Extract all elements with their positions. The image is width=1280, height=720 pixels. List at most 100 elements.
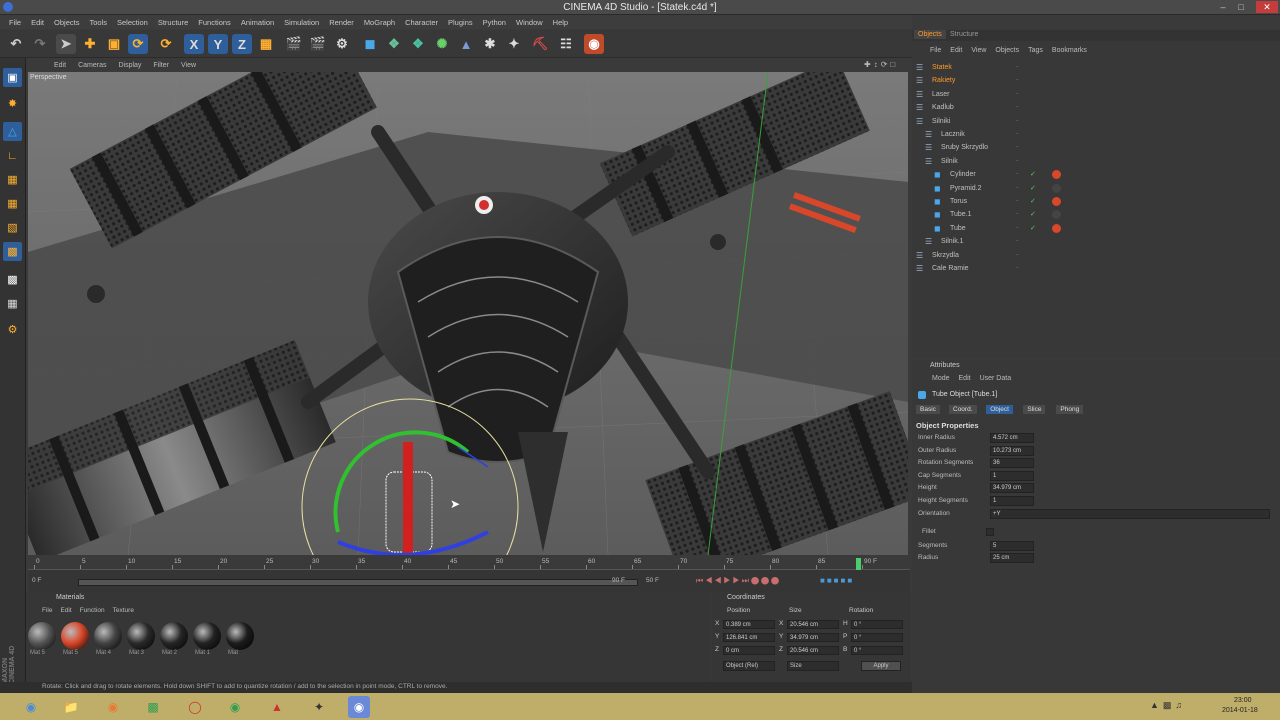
- axis-mode-icon[interactable]: ▧: [3, 218, 22, 237]
- terminal-icon[interactable]: ▩: [142, 696, 164, 718]
- menu-animation[interactable]: Animation: [241, 18, 274, 27]
- size-field[interactable]: 34.979 cm: [787, 633, 839, 642]
- menu-selection[interactable]: Selection: [117, 18, 148, 27]
- size-mode-select[interactable]: Size: [787, 661, 839, 671]
- visibility-toggle[interactable]: ⋅: [1016, 103, 1018, 111]
- materials-menu-file[interactable]: File: [42, 607, 52, 614]
- material-ball[interactable]: [193, 622, 221, 650]
- object-row[interactable]: ☰ Statek ⋅: [912, 62, 1280, 75]
- materials-menu-function[interactable]: Function: [80, 607, 105, 614]
- om-menu-view[interactable]: View: [971, 47, 986, 54]
- object-row[interactable]: ☰ Silnik ⋅: [912, 156, 1280, 169]
- enabled-check-icon[interactable]: ✓: [1030, 224, 1036, 232]
- object-row[interactable]: ☰ Cale Ramie ⋅: [912, 263, 1280, 276]
- om-menu-edit[interactable]: Edit: [950, 47, 962, 54]
- object-row[interactable]: ◼ Pyramid.2 ⋅ ✓: [912, 183, 1280, 196]
- om-menu-file[interactable]: File: [930, 47, 941, 54]
- rotation-field[interactable]: 0 °: [851, 633, 903, 642]
- menu-file[interactable]: File: [9, 18, 21, 27]
- y-axis-lock-icon[interactable]: Y: [208, 34, 228, 54]
- attribute-value-field[interactable]: 25 cm: [990, 553, 1034, 563]
- select-arrow-icon[interactable]: ➤: [56, 34, 76, 54]
- attribute-value-field[interactable]: +Y: [990, 508, 1270, 519]
- attribute-value-field[interactable]: 34.979 cm: [990, 483, 1034, 494]
- firefox-icon[interactable]: ◉: [102, 696, 124, 718]
- app-icon-8[interactable]: ✦: [308, 696, 330, 718]
- start-frame-field[interactable]: 0 F: [32, 577, 41, 584]
- deformer-icon[interactable]: ▲: [456, 34, 476, 54]
- playhead[interactable]: [856, 558, 861, 570]
- fillet-checkbox[interactable]: [986, 528, 994, 536]
- object-row[interactable]: ☰ Rakiety ⋅: [912, 75, 1280, 88]
- enabled-check-icon[interactable]: ✓: [1030, 170, 1036, 178]
- object-row[interactable]: ◼ Tube.1 ⋅ ✓: [912, 209, 1280, 222]
- environment-icon[interactable]: ✦: [504, 34, 524, 54]
- menu-window[interactable]: Window: [516, 18, 543, 27]
- viewport-menu-filter[interactable]: Filter: [153, 62, 169, 69]
- position-field[interactable]: 0 cm: [723, 646, 775, 655]
- attribute-tab[interactable]: Slice: [1023, 405, 1046, 414]
- visibility-toggle[interactable]: ⋅: [1016, 117, 1018, 125]
- app-icon-6[interactable]: ◉: [224, 696, 246, 718]
- object-row[interactable]: ☰ Silnik.1 ⋅: [912, 236, 1280, 249]
- visibility-toggle[interactable]: ⋅: [1016, 184, 1018, 192]
- visibility-toggle[interactable]: ⋅: [1016, 264, 1018, 272]
- visibility-toggle[interactable]: ⋅: [1016, 224, 1018, 232]
- tray-icons[interactable]: ▲▩♫: [1150, 700, 1186, 711]
- material-ball[interactable]: [226, 622, 254, 650]
- tab-objects[interactable]: Objects: [914, 30, 946, 39]
- attribute-value-field[interactable]: 1: [990, 470, 1034, 481]
- attribute-tab[interactable]: Coord.: [949, 405, 977, 414]
- visibility-toggle[interactable]: ⋅: [1016, 90, 1018, 98]
- object-row[interactable]: ☰ Silniki ⋅: [912, 116, 1280, 129]
- visibility-toggle[interactable]: ⋅: [1016, 210, 1018, 218]
- visibility-toggle[interactable]: ⋅: [1016, 170, 1018, 178]
- attribute-value-field[interactable]: 1: [990, 496, 1034, 506]
- viewport-menu-view[interactable]: View: [181, 62, 196, 69]
- redo-icon[interactable]: ↷: [30, 34, 50, 54]
- object-row[interactable]: ◼ Torus ⋅ ✓: [912, 196, 1280, 209]
- om-menu-objects[interactable]: Objects: [995, 47, 1019, 54]
- playback-controls[interactable]: ⏮◀◀▶▶⏭⬤⬤⬤: [696, 576, 781, 586]
- materials-menu-texture[interactable]: Texture: [113, 607, 134, 614]
- minimize-icon[interactable]: –: [1214, 1, 1232, 13]
- cloner-icon[interactable]: ✺: [432, 34, 452, 54]
- edge-mode-icon[interactable]: ▦: [3, 170, 22, 189]
- 3d-viewport[interactable]: Perspective ➤: [28, 72, 908, 555]
- rotate-tool-icon[interactable]: ⟳: [128, 34, 148, 54]
- size-field[interactable]: 20.546 cm: [787, 646, 839, 655]
- attr-menu-mode[interactable]: Mode: [932, 375, 950, 382]
- attribute-value-field[interactable]: 4.572 cm: [990, 433, 1034, 443]
- attribute-value-field[interactable]: 36: [990, 458, 1034, 469]
- undo-icon[interactable]: ↶: [6, 34, 26, 54]
- material-tag-icon[interactable]: [1052, 197, 1061, 206]
- viewport-menu-edit[interactable]: Edit: [54, 62, 66, 69]
- size-field[interactable]: 20.546 cm: [787, 620, 839, 629]
- rotation-field[interactable]: 0 °: [851, 646, 903, 655]
- visibility-toggle[interactable]: ⋅: [1016, 130, 1018, 138]
- menu-edit[interactable]: Edit: [31, 18, 44, 27]
- scale-tool-icon[interactable]: ▣: [104, 34, 124, 54]
- object-row[interactable]: ◼ Cylinder ⋅ ✓: [912, 169, 1280, 182]
- object-row[interactable]: ☰ Lacznik ⋅: [912, 129, 1280, 142]
- attr-menu-user-data[interactable]: User Data: [980, 375, 1012, 382]
- move-tool-icon[interactable]: ✚: [80, 34, 100, 54]
- position-field[interactable]: 126.841 cm: [723, 633, 775, 642]
- material-ball[interactable]: [61, 622, 89, 650]
- visibility-toggle[interactable]: ⋅: [1016, 143, 1018, 151]
- attribute-value-field[interactable]: 10.273 cm: [990, 445, 1034, 456]
- visibility-toggle[interactable]: ⋅: [1016, 76, 1018, 84]
- maximize-icon[interactable]: □: [1232, 1, 1250, 13]
- z-axis-lock-icon[interactable]: Z: [232, 34, 252, 54]
- subdivision-surface-icon[interactable]: ❖: [384, 34, 404, 54]
- menu-simulation[interactable]: Simulation: [284, 18, 319, 27]
- material-tag-icon[interactable]: [1052, 223, 1061, 233]
- array-icon[interactable]: ❖: [408, 34, 428, 54]
- menu-help[interactable]: Help: [553, 18, 568, 27]
- lock-workplane-icon[interactable]: ⚙: [3, 320, 22, 339]
- python-icon[interactable]: ◉: [584, 34, 604, 54]
- apply-button[interactable]: Apply: [861, 661, 901, 671]
- visibility-toggle[interactable]: ⋅: [1016, 63, 1018, 71]
- visibility-toggle[interactable]: ⋅: [1016, 157, 1018, 165]
- object-row[interactable]: ☰ Laser ⋅: [912, 89, 1280, 102]
